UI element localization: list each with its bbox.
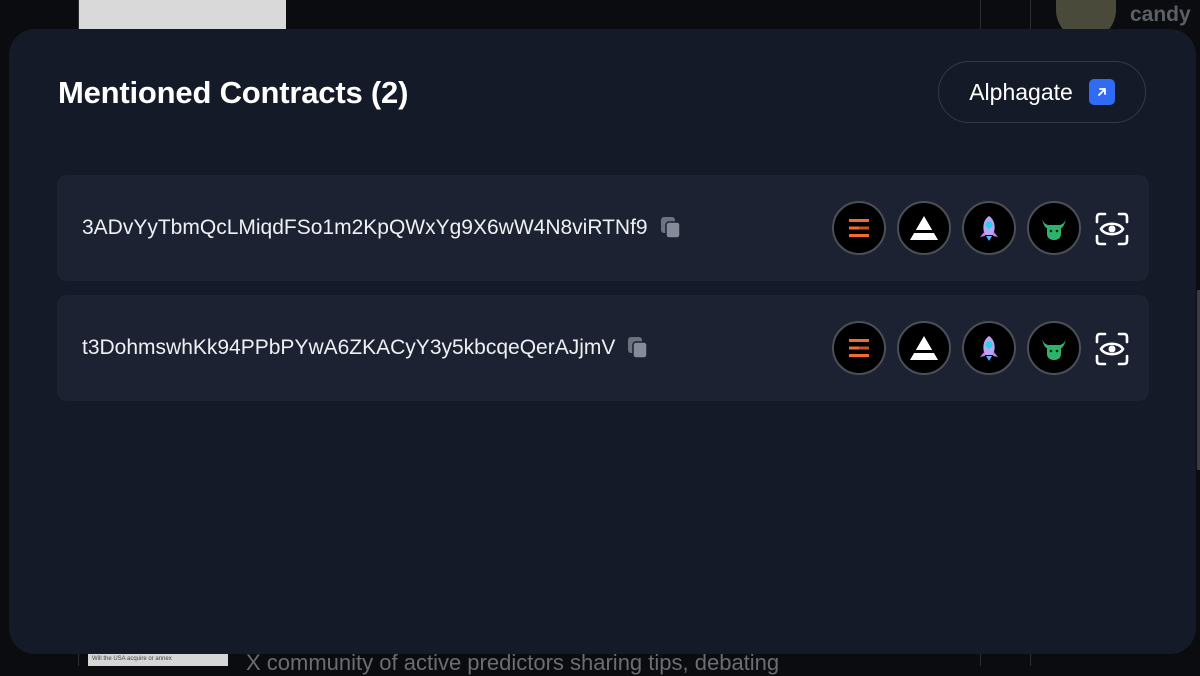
alphagate-button-label: Alphagate bbox=[969, 78, 1073, 105]
background-bottom-thumbnail: Will the USA acquire or annex bbox=[88, 652, 228, 666]
bull-icon[interactable] bbox=[1027, 321, 1081, 375]
contract-row: t3DohmswhKk94PPbPYwA6ZKACyY3y5kbcqeQerAJ… bbox=[57, 295, 1149, 401]
white-triangle-icon[interactable] bbox=[897, 201, 951, 255]
orange-bars-icon[interactable] bbox=[832, 201, 886, 255]
orange-bars-icon[interactable] bbox=[832, 321, 886, 375]
eye-scan-icon[interactable] bbox=[1094, 211, 1130, 247]
alphagate-button[interactable]: Alphagate bbox=[938, 61, 1146, 123]
contract-row: 3ADvYyTbmQcLMiqdFSo1m2KpQWxYg9X6wW4N8viR… bbox=[57, 175, 1149, 281]
background-user-name: candy bbox=[1130, 3, 1191, 26]
bull-icon[interactable] bbox=[1027, 201, 1081, 255]
trading-tools bbox=[832, 201, 1081, 255]
contract-address[interactable]: t3DohmswhKk94PPbPYwA6ZKACyY3y5kbcqeQerAJ… bbox=[82, 336, 615, 360]
external-link-icon bbox=[1088, 79, 1115, 105]
modal-title: Mentioned Contracts (2) bbox=[58, 75, 409, 110]
copy-icon[interactable] bbox=[660, 216, 682, 240]
copy-icon[interactable] bbox=[627, 336, 649, 360]
white-triangle-icon[interactable] bbox=[897, 321, 951, 375]
rocket-icon[interactable] bbox=[962, 201, 1016, 255]
rocket-icon[interactable] bbox=[962, 321, 1016, 375]
mentioned-contracts-modal: Mentioned Contracts (2) Alphagate 3ADvYy… bbox=[9, 29, 1196, 654]
eye-scan-icon[interactable] bbox=[1094, 331, 1130, 367]
contract-address[interactable]: 3ADvYyTbmQcLMiqdFSo1m2KpQWxYg9X6wW4N8viR… bbox=[82, 216, 648, 240]
trading-tools bbox=[832, 321, 1081, 375]
